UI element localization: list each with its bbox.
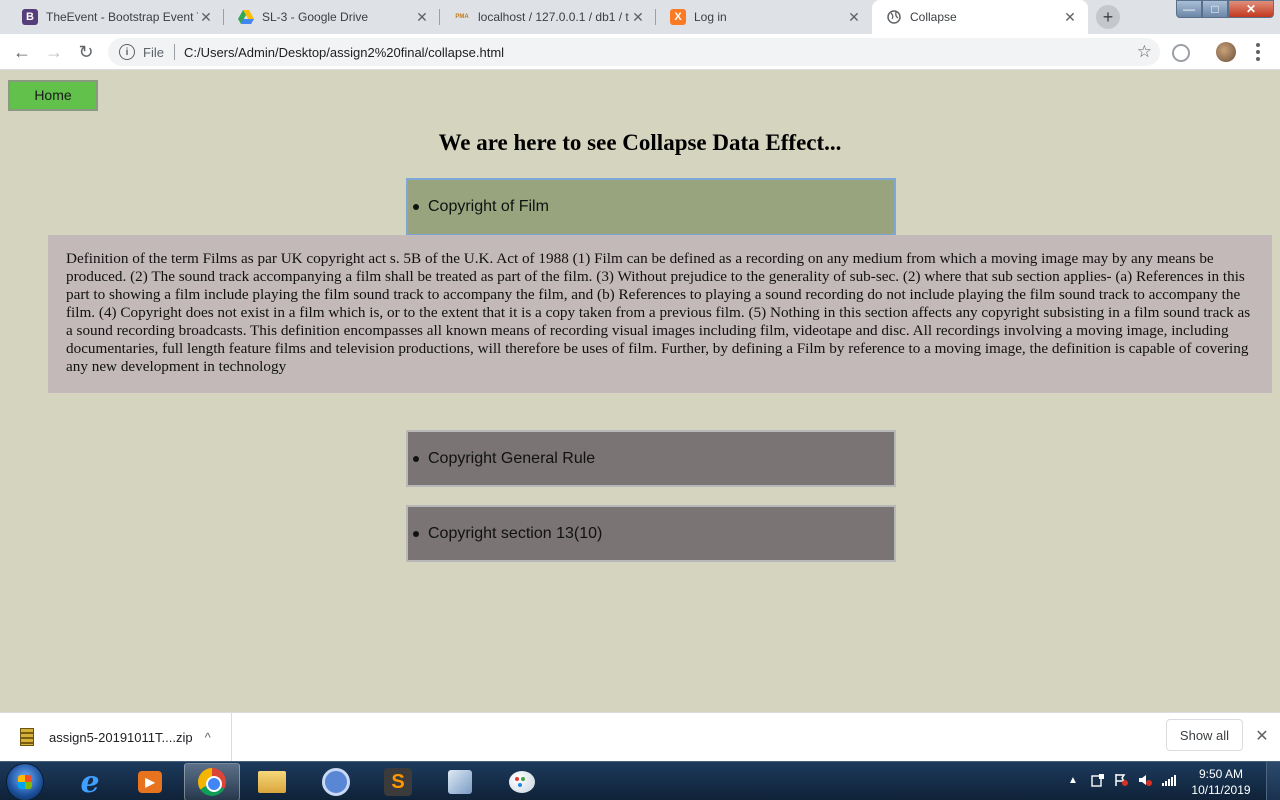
accordion-panel-copyright-of-film: Definition of the term Films as par UK c…	[48, 235, 1272, 393]
taskbar-sublime-text[interactable]: S	[370, 763, 426, 800]
accordion-label: Copyright General Rule	[428, 449, 596, 467]
network-signal-icon[interactable]	[1162, 773, 1176, 787]
accordion-header-copyright-section-13-10[interactable]: Copyright section 13(10)	[406, 505, 896, 562]
tray-device-icon[interactable]	[1090, 773, 1104, 787]
close-icon[interactable]: ✕	[1062, 9, 1078, 26]
download-item[interactable]: assign5-20191011T....zip ^	[0, 713, 232, 761]
media-player-icon: ▶	[138, 771, 162, 793]
tab-phpmyadmin[interactable]: PMA localhost / 127.0.0.1 / db1 / t ✕	[440, 0, 656, 34]
taskbar-internet-explorer[interactable]: e	[62, 763, 118, 800]
windows-taskbar: e ▶ S ▲ 9:50 AM 10/11/2019	[0, 761, 1280, 800]
home-button[interactable]: Home	[8, 80, 98, 111]
bootstrap-icon: B	[22, 9, 38, 25]
accordion-header-copyright-general-rule[interactable]: Copyright General Rule	[406, 430, 896, 487]
info-icon[interactable]: i	[119, 44, 135, 60]
clock-time: 9:50 AM	[1198, 767, 1244, 781]
close-icon[interactable]: ✕	[1253, 726, 1271, 745]
browser-menu-icon[interactable]	[1252, 40, 1264, 64]
tab-title: TheEvent - Bootstrap Event T	[46, 10, 198, 24]
taskbar-paint[interactable]	[494, 763, 550, 800]
close-icon[interactable]: ✕	[630, 9, 646, 26]
zip-file-icon	[20, 728, 34, 746]
paint-icon	[509, 771, 535, 793]
close-icon[interactable]: ✕	[846, 9, 862, 26]
accordion-label: Copyright of Film	[428, 198, 549, 215]
action-center-flag-icon[interactable]	[1114, 773, 1128, 787]
bullet-icon	[413, 204, 419, 210]
start-button[interactable]	[6, 763, 44, 800]
close-icon[interactable]: ✕	[414, 9, 430, 26]
page-title: We are here to see Collapse Data Effect.…	[438, 130, 842, 155]
window-close-button[interactable]: ✕	[1228, 0, 1274, 18]
tab-title: localhost / 127.0.0.1 / db1 / t	[478, 10, 629, 24]
new-tab-button[interactable]: +	[1096, 5, 1120, 29]
tab-title: Log in	[694, 10, 727, 24]
profile-avatar[interactable]	[1216, 42, 1236, 62]
sublime-text-icon: S	[384, 768, 412, 796]
xampp-icon: X	[670, 9, 686, 25]
tab-title: Collapse	[910, 10, 957, 24]
chevron-up-icon[interactable]: ^	[205, 730, 211, 745]
chrome-alt-icon	[322, 768, 350, 796]
minimize-button[interactable]: —	[1176, 0, 1202, 18]
accordion-label: Copyright section 13(10)	[428, 524, 603, 542]
taskbar-file-explorer[interactable]	[244, 763, 300, 800]
close-icon[interactable]: ✕	[198, 9, 214, 26]
divider	[173, 44, 175, 60]
reload-button[interactable]: ↻	[74, 40, 98, 64]
bullet-icon	[413, 455, 419, 462]
extension-icon[interactable]	[1172, 44, 1190, 62]
address-bar[interactable]: i File C:/Users/Admin/Desktop/assign2%20…	[108, 38, 1160, 66]
download-file-name: assign5-20191011T....zip	[49, 729, 193, 745]
url-scheme: File	[143, 44, 164, 60]
forward-button[interactable]: →	[42, 40, 66, 64]
system-clock[interactable]: 9:50 AM 10/11/2019	[1184, 766, 1258, 798]
taskbar-virtualbox[interactable]	[432, 763, 488, 800]
taskbar-chrome[interactable]	[184, 763, 240, 800]
page-viewport: Home We are here to see Collapse Data Ef…	[0, 71, 1280, 712]
accordion-header-copyright-of-film[interactable]: Copyright of Film	[406, 178, 896, 236]
show-desktop-button[interactable]	[1266, 762, 1280, 800]
clock-date: 10/11/2019	[1191, 783, 1251, 797]
volume-muted-icon[interactable]	[1138, 773, 1152, 787]
bookmark-star-icon[interactable]: ☆	[1137, 42, 1152, 62]
virtualbox-icon	[448, 770, 472, 794]
tab-title: SL-3 - Google Drive	[262, 10, 369, 24]
show-all-button[interactable]: Show all	[1166, 719, 1243, 751]
tray-overflow-icon[interactable]: ▲	[1068, 775, 1078, 786]
bullet-icon	[413, 530, 419, 537]
tab-strip: B TheEvent - Bootstrap Event T ✕ SL-3 - …	[0, 0, 1280, 34]
browser-toolbar: ← → ↻ i File C:/Users/Admin/Desktop/assi…	[0, 34, 1280, 70]
taskbar-media-player[interactable]: ▶	[122, 763, 178, 800]
maximize-button[interactable]: □	[1202, 0, 1228, 18]
tab-google-drive[interactable]: SL-3 - Google Drive ✕	[224, 0, 440, 34]
globe-icon	[886, 9, 902, 25]
back-button[interactable]: ←	[10, 40, 34, 64]
tab-collapse[interactable]: Collapse ✕	[872, 0, 1088, 34]
google-drive-icon	[238, 9, 254, 25]
taskbar-chrome-alt[interactable]	[308, 763, 364, 800]
url-text[interactable]: C:/Users/Admin/Desktop/assign2%20final/c…	[184, 45, 504, 60]
tab-log-in[interactable]: X Log in ✕	[656, 0, 872, 34]
tab-theevent[interactable]: B TheEvent - Bootstrap Event T ✕	[8, 0, 224, 34]
file-explorer-icon	[258, 771, 286, 793]
phpmyadmin-icon: PMA	[455, 14, 469, 20]
internet-explorer-icon: e	[80, 764, 100, 800]
chrome-icon	[198, 768, 226, 796]
download-shelf: assign5-20191011T....zip ^ Show all ✕	[0, 712, 1280, 761]
